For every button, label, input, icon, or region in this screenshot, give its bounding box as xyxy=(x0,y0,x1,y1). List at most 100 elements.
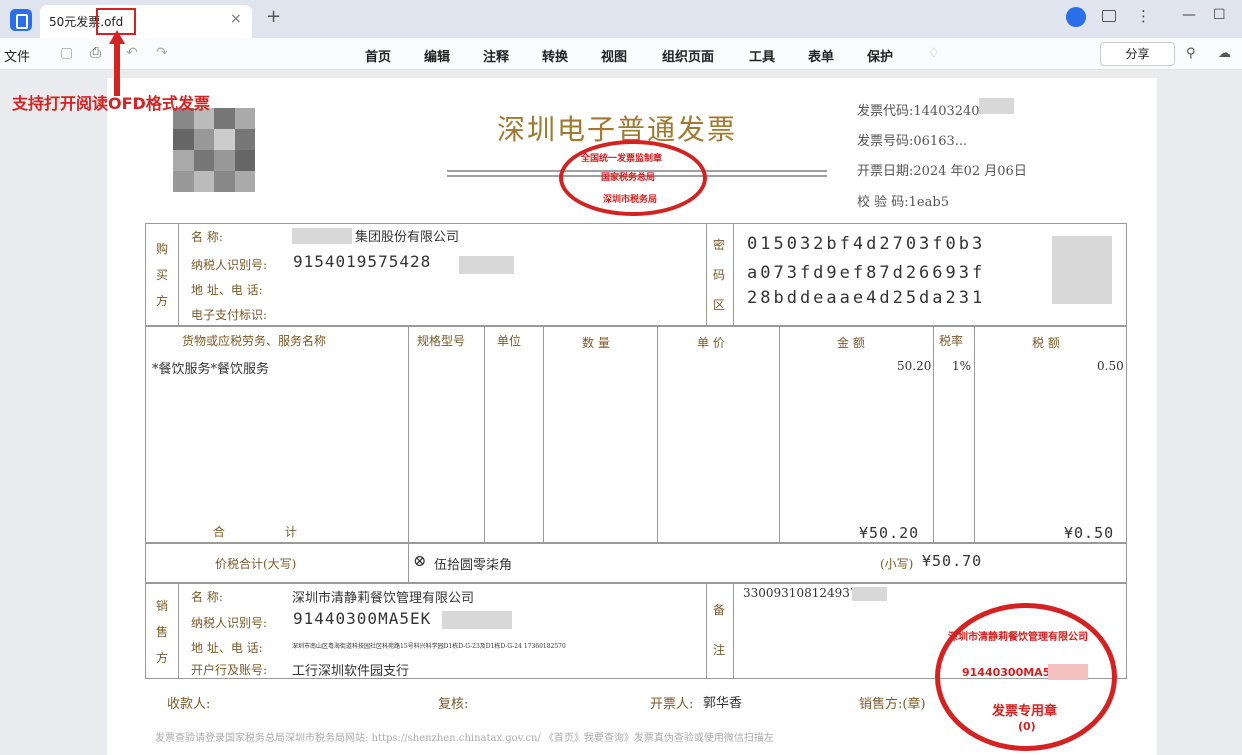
col-header-item: 货物或应税劳务、服务名称 xyxy=(182,334,327,348)
annotation-arrowhead xyxy=(109,30,125,44)
grand-total-lower: ¥50.70 xyxy=(922,552,983,570)
col-header-amount: 金 额 xyxy=(837,336,865,350)
stamp-bottom-text: 深圳市税务局 xyxy=(603,195,658,205)
seal-company-text: 深圳市清静莉餐饮管理有限公司 xyxy=(948,632,1088,643)
invoice-qr-code xyxy=(173,108,255,192)
col-header-rate: 税率 xyxy=(939,334,964,348)
redaction xyxy=(1052,236,1112,304)
invoice-number: 发票号码:06163... xyxy=(857,130,967,149)
seller-side-label: 销售方 xyxy=(155,599,168,665)
remark-side-label: 备注 xyxy=(712,603,725,657)
seller-address: 深圳市南山区粤海街道科技园社区科苑路15号科兴科学园D1栋D-G-23及D1栋D… xyxy=(292,643,566,650)
supervision-stamp: 全国统一发票监制章 国家税务总局 深圳市税务局 xyxy=(559,140,707,216)
menu-annotate[interactable]: 注释 xyxy=(483,46,509,65)
buyer-tax-id: 9154019575428 xyxy=(293,252,432,271)
redo-icon[interactable]: ↷ xyxy=(156,45,168,61)
menu-home[interactable]: 首页 xyxy=(365,46,391,65)
col-divider xyxy=(779,326,780,543)
invoice-seal: 深圳市清静莉餐饮管理有限公司 91440300MA5E 发票专用章 (0) xyxy=(935,603,1117,751)
cloud-upload-icon[interactable]: ☁ xyxy=(1218,46,1231,61)
payee-label: 收款人: xyxy=(167,697,211,712)
reviewer-label: 复核: xyxy=(438,697,469,712)
undo-icon[interactable]: ↶ xyxy=(126,45,138,61)
cipher-line-2: a073fd9ef87d26693f xyxy=(747,263,986,283)
buyer-name-label: 名 称: xyxy=(191,230,223,244)
seal-number-text: (0) xyxy=(1018,720,1036,733)
print-icon[interactable]: ⎙ xyxy=(90,45,101,61)
redaction xyxy=(852,587,887,601)
invoice-code-value: 14403240 xyxy=(913,104,980,119)
stamp-top-text: 全国统一发票监制章 xyxy=(581,154,663,164)
items-table xyxy=(145,326,1127,543)
open-icon[interactable]: ▢ xyxy=(60,45,73,61)
item-tax: 0.50 xyxy=(1097,359,1124,373)
seller-name: 深圳市清静莉餐饮管理有限公司 xyxy=(292,591,475,606)
col-divider xyxy=(657,326,658,543)
cipher-line-1: 015032bf4d2703f0b3 xyxy=(747,234,986,254)
seller-bank-label: 开户行及账号: xyxy=(191,663,268,677)
circle-x-icon: ⊗ xyxy=(413,551,427,570)
stamp-mid-text: 国家税务总局 xyxy=(601,173,656,183)
menu-edit[interactable]: 编辑 xyxy=(424,46,450,65)
seal-title-text: 发票专用章 xyxy=(992,704,1058,719)
invoice-date-value: 2024 年02 月06日 xyxy=(913,164,1027,179)
check-code-value: 1eab5 xyxy=(908,195,949,210)
share-button[interactable]: 分享 xyxy=(1100,42,1175,66)
col-header-tax: 税 额 xyxy=(1032,336,1060,350)
invoice-number-label: 发票号码: xyxy=(857,134,914,149)
grand-total-label: 价税合计(大写) xyxy=(215,557,297,571)
message-icon[interactable] xyxy=(1102,10,1116,22)
maximize-button[interactable]: ☐ xyxy=(1213,7,1226,23)
tab-close-icon[interactable]: × xyxy=(230,11,242,27)
minimize-button[interactable]: — xyxy=(1182,7,1196,23)
seller-addr-label: 地 址、电 话: xyxy=(191,641,263,655)
total-tax: ¥0.50 xyxy=(1064,524,1115,542)
menu-protect[interactable]: 保护 xyxy=(867,46,893,65)
annotation-caption: 支持打开阅读OFD格式发票 xyxy=(12,94,210,113)
account-icon[interactable] xyxy=(1066,7,1086,27)
col-divider xyxy=(484,326,485,543)
item-amount: 50.20 xyxy=(897,359,932,373)
more-icon[interactable]: ⋮ xyxy=(1136,7,1151,25)
menu-forms[interactable]: 表单 xyxy=(808,46,834,65)
redaction xyxy=(292,228,352,244)
file-menu[interactable]: 文件 xyxy=(4,46,30,65)
invoice-date: 开票日期:2024 年02 月06日 xyxy=(857,160,1027,179)
col-header-price: 单 价 xyxy=(697,336,725,350)
col-header-qty: 数 量 xyxy=(582,336,610,350)
menu-view[interactable]: 视图 xyxy=(601,46,627,65)
seller-name-label: 名 称: xyxy=(191,590,223,604)
seller-bank: 工行深圳软件园支行 xyxy=(292,664,410,679)
invoice-code-label: 发票代码: xyxy=(857,104,914,119)
menu-organize[interactable]: 组织页面 xyxy=(662,46,714,65)
buyer-addr-label: 地 址、电 话: xyxy=(191,283,263,297)
total-label: 合 计 xyxy=(213,525,325,539)
seller-seal-label: 销售方:(章) xyxy=(859,697,926,712)
buyer-side-label: 购买方 xyxy=(155,242,168,308)
drawer-label: 开票人: xyxy=(650,697,694,712)
invoice-date-label: 开票日期: xyxy=(857,164,914,179)
invoice-code: 发票代码:14403240 xyxy=(857,100,980,119)
col-divider xyxy=(974,326,975,543)
buyer-name: 集团股份有限公司 xyxy=(355,230,460,245)
bulb-icon[interactable]: ♢ xyxy=(928,46,940,61)
redaction xyxy=(442,611,512,629)
new-tab-button[interactable]: + xyxy=(266,6,281,27)
redaction xyxy=(459,256,514,274)
redaction xyxy=(1048,664,1088,680)
redaction xyxy=(979,98,1014,114)
sitemap-icon[interactable]: ⚲ xyxy=(1186,46,1196,61)
app-logo-icon xyxy=(10,9,32,31)
remark-text: 330093108124937 xyxy=(743,586,858,600)
invoice-number-value: 06163... xyxy=(913,134,968,149)
menu-tools[interactable]: 工具 xyxy=(749,46,775,65)
drawer-name: 郭华香 xyxy=(703,696,743,711)
tab-invoice[interactable]: 50元发票.ofd × xyxy=(40,5,252,38)
item-name: *餐饮服务*餐饮服务 xyxy=(152,362,270,377)
col-divider xyxy=(543,326,544,543)
grand-divider xyxy=(408,543,409,583)
buyer-tax-label: 纳税人识别号: xyxy=(191,258,268,272)
col-divider xyxy=(408,326,409,543)
title-bar: 50元发票.ofd × + ⋮ — ☐ xyxy=(0,0,1242,38)
menu-convert[interactable]: 转换 xyxy=(542,46,568,65)
